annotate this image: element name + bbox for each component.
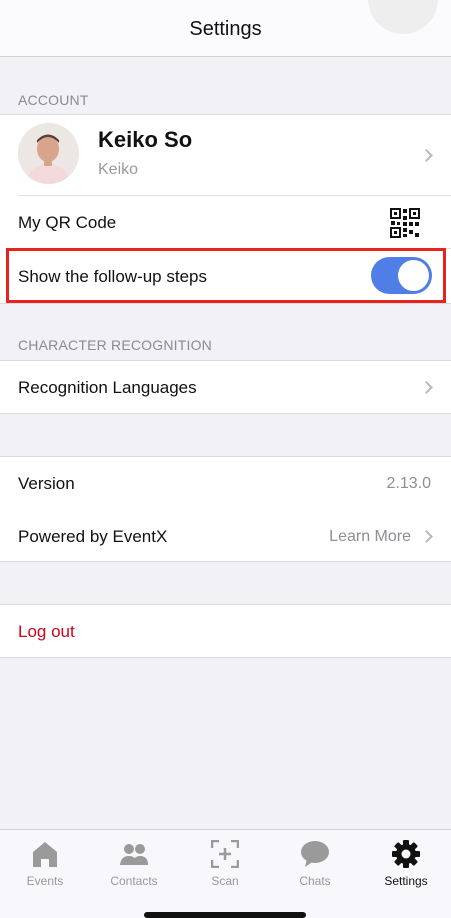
section-header-character-recognition: CHARACTER RECOGNITION: [18, 337, 212, 353]
version-label: Version: [18, 474, 75, 493]
tab-settings[interactable]: Settings: [361, 830, 451, 900]
qr-code-icon: [390, 208, 420, 238]
home-icon: [33, 842, 57, 867]
tab-label: Events: [26, 874, 64, 888]
home-indicator: [144, 912, 306, 918]
profile-name: Keiko So: [98, 127, 193, 152]
recognition-languages-label: Recognition Languages: [18, 378, 197, 397]
avatar-photo: [18, 123, 79, 184]
contacts-icon: [120, 844, 148, 865]
tab-chats[interactable]: Chats: [270, 830, 360, 900]
powered-by-row[interactable]: Powered by EventX Learn More: [0, 510, 451, 562]
chevron-right-icon: [420, 530, 433, 543]
my-qr-code-row[interactable]: My QR Code: [0, 196, 451, 248]
learn-more-link[interactable]: Learn More: [329, 528, 411, 546]
my-qr-code-label: My QR Code: [18, 213, 117, 232]
logout-button[interactable]: Log out: [18, 622, 75, 642]
about-group: Version 2.13.0 Powered by EventX Learn M…: [0, 456, 451, 562]
powered-by-label: Powered by EventX: [18, 527, 168, 546]
tab-bar: Events Contacts Scan Chats Settings: [0, 829, 451, 918]
version-row: Version 2.13.0: [0, 457, 451, 509]
section-header-account: ACCOUNT: [18, 92, 89, 108]
chat-icon: [301, 841, 329, 867]
profile-username: Keiko: [98, 161, 139, 178]
tab-label: Chats: [299, 874, 331, 888]
highlight-annotation-box: [6, 248, 446, 303]
chevron-right-icon: [420, 381, 433, 394]
tab-label: Contacts: [110, 874, 158, 888]
tab-scan[interactable]: Scan: [180, 830, 270, 900]
profile-row[interactable]: Keiko So Keiko: [0, 115, 451, 195]
version-value: 2.13.0: [386, 475, 431, 492]
logout-group: Log out: [0, 604, 451, 658]
tab-label: Settings: [384, 874, 428, 888]
avatar: [18, 123, 79, 184]
gear-icon: [392, 840, 420, 868]
chevron-right-icon: [420, 149, 433, 162]
scan-icon: [211, 840, 239, 868]
tab-label: Scan: [211, 874, 239, 888]
tab-events[interactable]: Events: [0, 830, 90, 900]
tab-contacts[interactable]: Contacts: [89, 830, 179, 900]
logout-row[interactable]: Log out: [0, 605, 451, 657]
recognition-languages-row[interactable]: Recognition Languages: [0, 361, 451, 413]
recognition-group: Recognition Languages: [0, 360, 451, 414]
